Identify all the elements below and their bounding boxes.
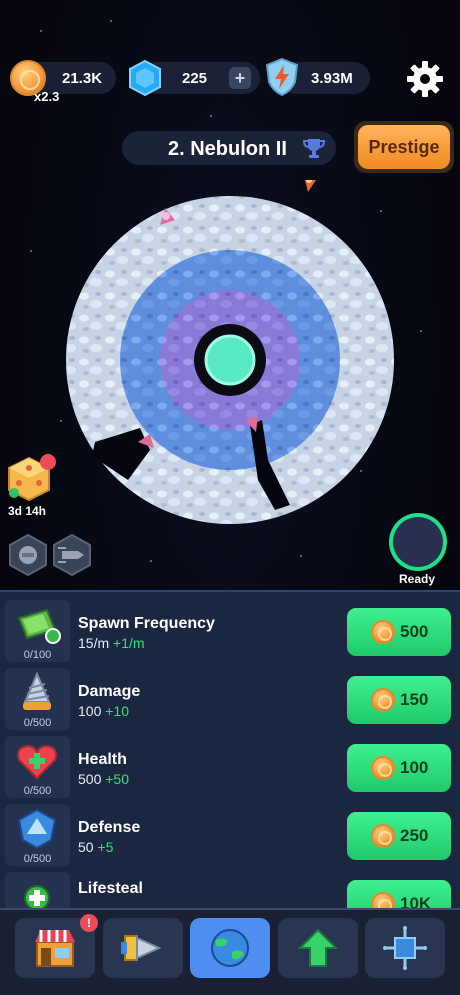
- upgrade-row-damage: 0/500 Damage 100 +10 150: [0, 660, 460, 730]
- trophy-icon: [302, 139, 326, 158]
- dice-timer: 3d 14h: [8, 504, 47, 518]
- nav-upgrade-button[interactable]: [278, 918, 358, 978]
- star: [40, 30, 42, 32]
- energy-value: 3.93M: [311, 70, 353, 87]
- nav-planet-button[interactable]: [190, 918, 270, 978]
- chip-icon: [383, 926, 427, 970]
- drill-ship-icon: [121, 935, 162, 961]
- upgrade-current-value: 15/m: [78, 635, 110, 651]
- bottom-nav: !: [0, 908, 460, 995]
- buy-defense-button[interactable]: 250: [347, 812, 451, 860]
- coin-icon: [371, 824, 395, 848]
- buy-damage-button[interactable]: 150: [347, 676, 451, 724]
- planet-layers[interactable]: [0, 180, 460, 540]
- up-arrow-icon: [297, 928, 339, 967]
- drill-ship-icon: [305, 180, 316, 192]
- upgrade-title: Health: [78, 751, 127, 768]
- ship-ready-button[interactable]: [389, 513, 447, 571]
- star: [110, 20, 112, 22]
- notification-dot: [40, 454, 56, 470]
- shop-badge: !: [80, 914, 98, 932]
- upgrade-title: Spawn Frequency: [78, 615, 215, 632]
- upgrade-value: 15/m +1/m: [78, 635, 145, 651]
- coins-value: 21.3K: [62, 70, 103, 87]
- shop-icon: [35, 930, 75, 967]
- coin-icon: [371, 620, 395, 644]
- buy-health-button[interactable]: 100: [347, 744, 451, 792]
- planet-core[interactable]: [204, 334, 256, 386]
- prestige-label: Prestige: [358, 125, 450, 169]
- upgrade-current-value: 50: [78, 839, 94, 855]
- upgrade-row-health: 0/500 Health 500 +50 100: [0, 728, 460, 798]
- upgrades-panel: 0/100 Spawn Frequency 15/m +1/m 500 0/50…: [0, 590, 460, 934]
- gem-icon: [129, 60, 161, 96]
- buy-cost: 150: [400, 690, 429, 709]
- upgrade-title: Lifesteal: [78, 880, 143, 897]
- star: [150, 560, 152, 562]
- coin-multiplier: x2.3: [34, 89, 60, 104]
- upgrade-value: 50 +5: [78, 839, 113, 855]
- coin-icon: [371, 688, 395, 712]
- gear-icon[interactable]: [406, 60, 444, 98]
- add-gems-button[interactable]: +: [229, 67, 251, 89]
- planet-name: 2. Nebulon II: [168, 138, 287, 160]
- upgrade-current-value: 500: [78, 771, 102, 787]
- upgrade-increment: +50: [105, 771, 129, 787]
- shield-lightning-icon: [265, 58, 299, 96]
- buy-spawn-frequency-button[interactable]: 500: [347, 608, 451, 656]
- upgrade-row-spawn-frequency: 0/100 Spawn Frequency 15/m +1/m 500: [0, 592, 460, 662]
- upgrade-value: 100 +10: [78, 703, 129, 719]
- speed-boost-icon[interactable]: [50, 533, 94, 577]
- upgrade-increment: +10: [105, 703, 129, 719]
- prestige-button[interactable]: Prestige: [354, 121, 454, 173]
- planet-icon: [211, 929, 249, 967]
- upgrade-row-defense: 0/500 Defense 50 +5 250: [0, 796, 460, 866]
- gems-value: 225: [182, 70, 208, 87]
- nav-drills-button[interactable]: [103, 918, 183, 978]
- upgrade-current-value: 100: [78, 703, 102, 719]
- star: [300, 555, 302, 557]
- upgrade-increment: +1/m: [113, 635, 145, 651]
- buy-cost: 250: [400, 826, 429, 845]
- upgrade-title: Damage: [78, 683, 141, 700]
- upgrade-title: Defense: [78, 819, 141, 836]
- upgrade-value: 500 +50: [78, 771, 129, 787]
- upgrade-increment: +5: [97, 839, 114, 855]
- ship-status: Ready: [399, 572, 436, 586]
- ship-icon: [393, 517, 443, 567]
- nav-tech-button[interactable]: [365, 918, 445, 978]
- coin-icon: [371, 756, 395, 780]
- buy-cost: 500: [400, 622, 429, 641]
- game-screen: 21.3K x2.3 225 + 3.93M 2. Nebulon II Pre…: [0, 0, 460, 995]
- star: [210, 115, 212, 117]
- buy-cost: 100: [400, 758, 429, 777]
- coin-boost-icon[interactable]: [6, 533, 50, 577]
